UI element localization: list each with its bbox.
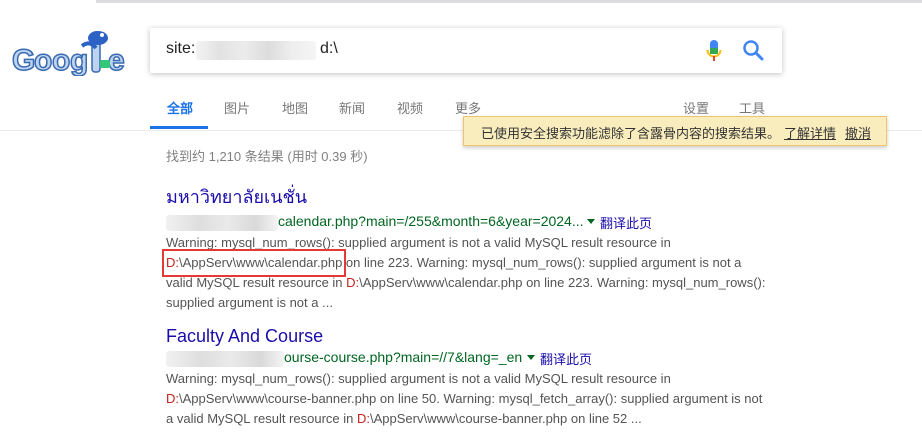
snippet-text: \AppServ\www\course-banner.php on line 5… [369,411,642,426]
search-header: G o o g e site: d:\ 全部 图片 地图 新闻 视频 更多 设置… [0,0,922,131]
snippet-line: valid MySQL result resource in D:\AppSer… [166,273,778,293]
snippet-drive: D: [166,255,179,270]
search-input-prefix[interactable]: site: [166,40,195,58]
snippet-line: Warning: mysql_num_rows(): supplied argu… [166,371,671,386]
svg-text:g: g [70,44,88,76]
snippet-line: Warning: mysql_num_rows(): supplied argu… [166,235,671,250]
tab-all[interactable]: 全部 [167,98,193,117]
search-result: Faculty And Course ourse-course.php?main… [166,326,786,429]
tab-settings[interactable]: 设置 [683,98,709,117]
search-icon[interactable] [742,39,764,61]
result-url: calendar.php?main=/255&month=6&year=2024… [166,213,786,233]
active-tab-indicator [150,126,208,129]
translate-link[interactable]: 翻译此页 [540,349,592,368]
chevron-down-icon[interactable] [527,355,535,360]
snippet-text: \AppServ\www\calendar.php on line 223. W… [359,275,766,290]
result-title-link[interactable]: มหาวิทยาลัยเนชั่น [166,182,786,211]
snippet-drive: D: [356,411,370,426]
redacted-url-prefix [166,351,284,367]
redacted-domain [196,41,316,60]
doodle-icon: G o o g e [11,31,125,78]
notice-text: 已使用安全搜索功能滤除了含露骨内容的搜索结果。 [481,126,781,141]
result-stats: 找到约 1,210 条结果 (用时 0.39 秒) [166,149,368,164]
learn-more-link[interactable]: 了解详情 [784,123,836,142]
search-result: มหาวิทยาลัยเนชั่น calendar.php?main=/255… [161,182,786,313]
google-doodle-logo[interactable]: G o o g e [11,26,132,78]
result-snippet: Warning: mysql_num_rows(): supplied argu… [166,369,778,429]
dismiss-link[interactable]: 撤消 [845,123,871,142]
snippet-line: supplied argument is not a ... [166,295,333,310]
result-snippet: Warning: mysql_num_rows(): supplied argu… [161,233,778,313]
snippet-line: D:\AppServ\www\calendar.php on line 223.… [161,249,778,277]
result-url: ourse-course.php?main=//7&lang=_en 翻译此页 [166,349,786,369]
snippet-text: valid MySQL result resource in [166,275,347,290]
search-box[interactable]: site: d:\ [150,28,782,73]
svg-text:o: o [52,44,70,76]
snippet-line: a valid MySQL result resource in D:\AppS… [166,409,778,429]
snippet-text: a valid MySQL result resource in [166,411,357,426]
translate-link[interactable]: 翻译此页 [600,213,652,232]
highlighted-path-box: D:\AppServ\www\calendar.php [161,249,347,277]
tab-more[interactable]: 更多 [455,98,481,117]
snippet-drive: D: [346,275,360,290]
safesearch-notice: 已使用安全搜索功能滤除了含露骨内容的搜索结果。 了解详情 撤消 [463,116,887,146]
microphone-icon[interactable] [706,39,722,63]
tab-videos[interactable]: 视频 [397,98,423,117]
chevron-down-icon[interactable] [587,219,595,224]
result-title-link[interactable]: Faculty And Course [166,326,786,347]
tab-images[interactable]: 图片 [224,98,250,117]
snippet-drive: D: [166,391,179,406]
snippet-line: D:\AppServ\www\course-banner.php on line… [166,389,778,409]
snippet-text: on line 223. Warning: mysql_num_rows(): … [342,255,742,270]
svg-text:o: o [34,44,52,76]
redacted-url-prefix [166,215,278,231]
tab-news[interactable]: 新闻 [339,98,365,117]
svg-text:e: e [108,44,125,76]
tab-tools[interactable]: 工具 [739,98,765,117]
result-url-text[interactable]: ourse-course.php?main=//7&lang=_en [284,349,522,365]
top-rule [0,0,922,6]
snippet-text: \AppServ\www\course-banner.php on line 5… [179,391,763,406]
snippet-path: \AppServ\www\calendar.php [179,255,343,270]
search-input-suffix[interactable]: d:\ [320,40,338,58]
tab-maps[interactable]: 地图 [282,98,308,117]
result-url-text[interactable]: calendar.php?main=/255&month=6&year=2024… [278,213,584,229]
svg-text:G: G [12,44,35,76]
